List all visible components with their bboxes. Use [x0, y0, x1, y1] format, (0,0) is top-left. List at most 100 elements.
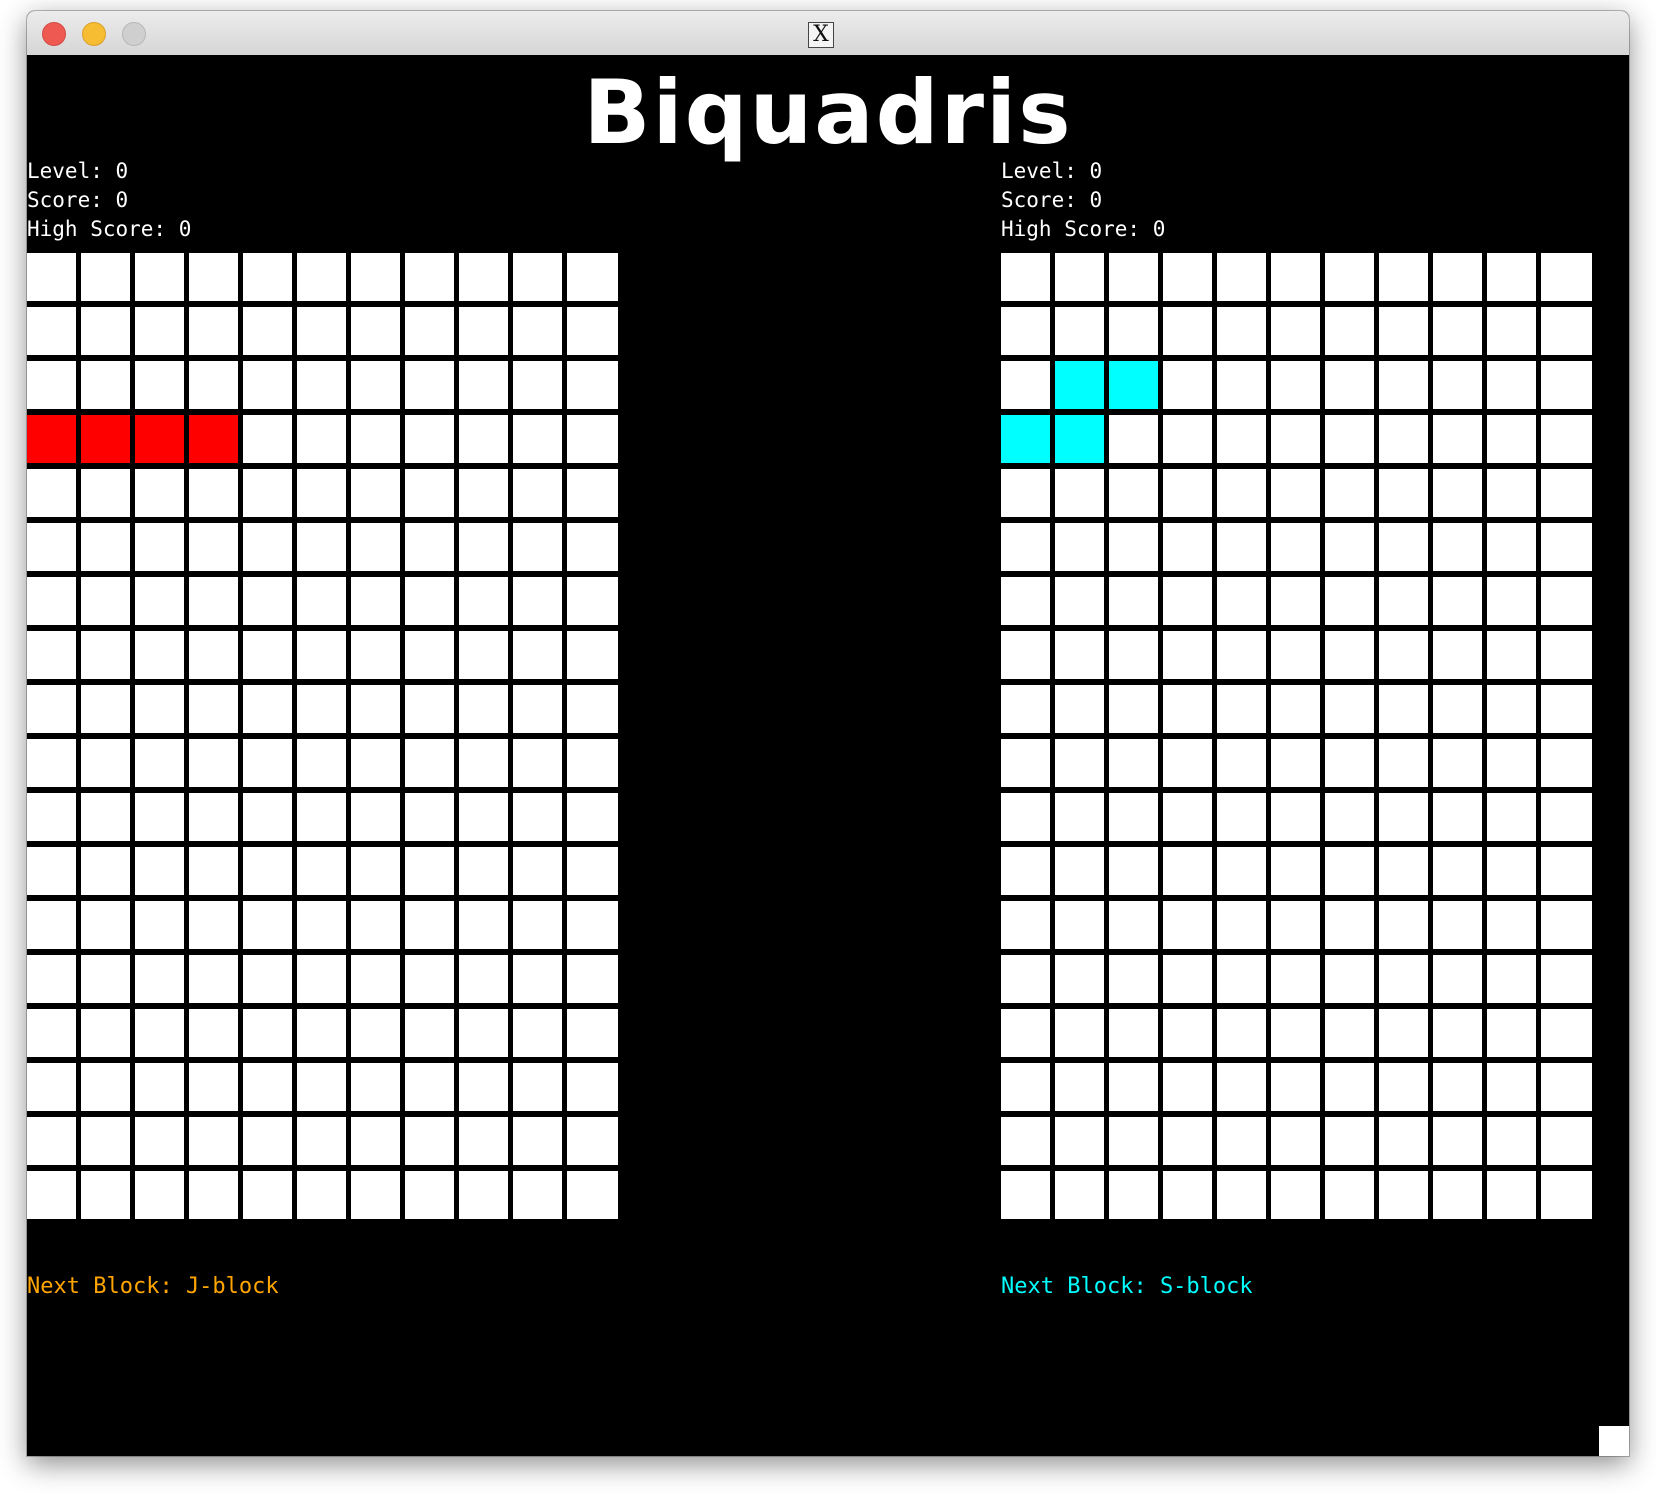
board-cell	[1109, 793, 1158, 841]
board-cell	[1001, 361, 1050, 409]
board-cell	[1217, 901, 1266, 949]
board-cell	[135, 253, 184, 301]
board-cell	[1487, 631, 1536, 679]
board-cell	[1001, 469, 1050, 517]
filled-cell	[1055, 361, 1104, 409]
board-cell	[405, 1009, 454, 1057]
board-cell	[297, 307, 346, 355]
board-cell	[1217, 1117, 1266, 1165]
board-cell	[1163, 1063, 1212, 1111]
board-cell	[351, 685, 400, 733]
board-cell	[1271, 577, 1320, 625]
board-cell	[1109, 955, 1158, 1003]
board-cell	[1487, 361, 1536, 409]
board-cell	[1217, 253, 1266, 301]
board-cell	[1001, 685, 1050, 733]
board-cell	[1379, 739, 1428, 787]
board-cell	[1217, 685, 1266, 733]
board-cell	[1217, 523, 1266, 571]
board-cell	[27, 793, 76, 841]
board-cell	[1379, 1063, 1428, 1111]
board-cell	[1055, 253, 1104, 301]
board-cell	[189, 523, 238, 571]
board-cell	[1325, 523, 1374, 571]
board-cell	[1217, 469, 1266, 517]
board-cell	[189, 1171, 238, 1219]
board-cell	[297, 847, 346, 895]
board-cell	[1109, 739, 1158, 787]
close-button[interactable]	[42, 22, 66, 46]
minimize-button[interactable]	[82, 22, 106, 46]
board-cell	[1379, 955, 1428, 1003]
board-cell	[567, 361, 618, 409]
board-cell	[1433, 631, 1482, 679]
board-cell	[405, 307, 454, 355]
board-cell	[1379, 1117, 1428, 1165]
board-cell	[351, 1009, 400, 1057]
board-cell	[1541, 415, 1592, 463]
board-cell	[81, 1009, 130, 1057]
player1-score: Score: 0	[27, 188, 129, 212]
board-cell	[1217, 1063, 1266, 1111]
board-cell	[459, 523, 508, 571]
board-cell	[135, 307, 184, 355]
board-cell	[1325, 307, 1374, 355]
title-bar[interactable]	[27, 11, 1629, 56]
board-cell	[189, 793, 238, 841]
board-cell	[405, 415, 454, 463]
board-cell	[189, 469, 238, 517]
board-cell	[513, 685, 562, 733]
player1-board	[27, 253, 618, 1222]
board-cell	[513, 523, 562, 571]
board-cell	[567, 415, 618, 463]
board-cell	[1541, 1171, 1592, 1219]
zoom-button[interactable]	[122, 22, 146, 46]
board-cell	[297, 631, 346, 679]
board-cell	[1109, 1063, 1158, 1111]
board-cell	[135, 901, 184, 949]
board-cell	[1271, 631, 1320, 679]
board-cell	[1487, 685, 1536, 733]
board-cell	[1541, 1009, 1592, 1057]
board-cell	[351, 793, 400, 841]
board-cell	[243, 577, 292, 625]
board-cell	[567, 631, 618, 679]
board-cell	[1055, 847, 1104, 895]
board-cell	[1271, 307, 1320, 355]
board-cell	[243, 631, 292, 679]
board-cell	[351, 901, 400, 949]
board-cell	[1163, 1117, 1212, 1165]
board-cell	[1433, 1117, 1482, 1165]
board-cell	[1325, 1009, 1374, 1057]
board-cell	[1487, 1117, 1536, 1165]
board-cell	[513, 307, 562, 355]
board-cell	[297, 361, 346, 409]
board-cell	[297, 415, 346, 463]
board-cell	[1163, 523, 1212, 571]
board-cell	[513, 901, 562, 949]
board-cell	[513, 1171, 562, 1219]
board-cell	[1541, 1117, 1592, 1165]
board-cell	[405, 1063, 454, 1111]
board-cell	[1325, 685, 1374, 733]
board-cell	[1109, 1171, 1158, 1219]
board-cell	[1055, 523, 1104, 571]
board-cell	[513, 955, 562, 1003]
board-cell	[1163, 415, 1212, 463]
board-cell	[459, 793, 508, 841]
board-cell	[1325, 793, 1374, 841]
board-cell	[189, 631, 238, 679]
board-cell	[1487, 739, 1536, 787]
board-cell	[351, 1171, 400, 1219]
board-cell	[1217, 415, 1266, 463]
board-cell	[243, 793, 292, 841]
board-cell	[1163, 793, 1212, 841]
board-cell	[1487, 253, 1536, 301]
board-cell	[1433, 847, 1482, 895]
board-cell	[513, 469, 562, 517]
resize-handle[interactable]	[1599, 1426, 1629, 1456]
board-cell	[1433, 469, 1482, 517]
board-cell	[1487, 901, 1536, 949]
board-cell	[1379, 1171, 1428, 1219]
game-title: Biquadris	[583, 61, 1073, 164]
